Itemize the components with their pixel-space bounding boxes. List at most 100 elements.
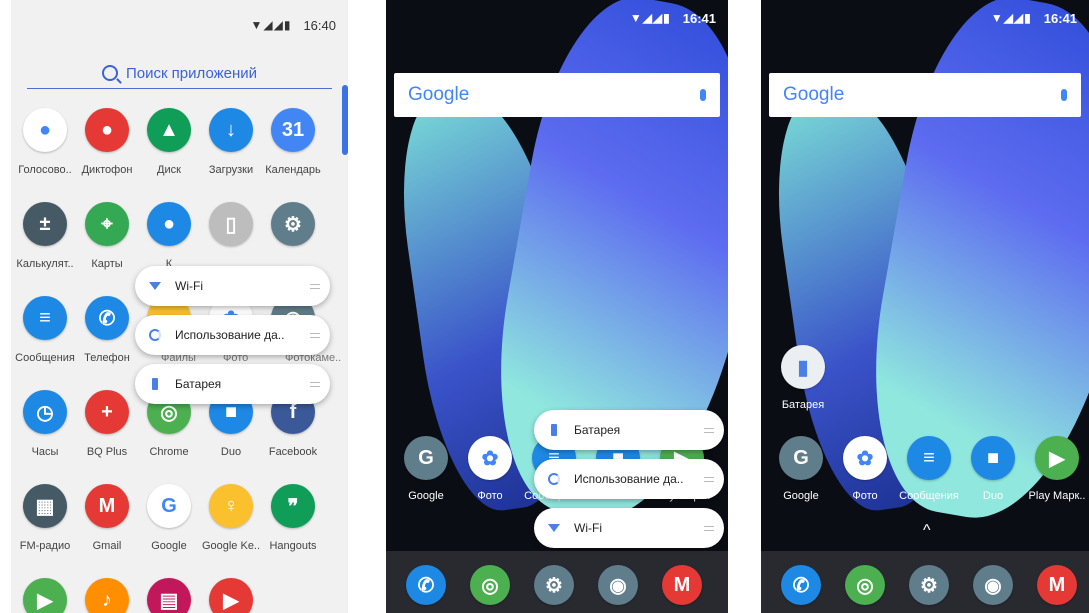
scrollbar[interactable]: [342, 85, 348, 155]
signal-icons: ▼◢◢▮: [629, 11, 671, 25]
app-photos[interactable]: ✿ Фото: [458, 436, 522, 502]
home-screen-shortcuts: ▼◢◢▮ 16:41 Google GGoogle✿Фото≡Сообщения…: [386, 0, 728, 613]
clock-text: 16:41: [1043, 10, 1077, 26]
settings-icon: ⚙: [534, 565, 574, 605]
app-phone[interactable]: ✆: [769, 565, 833, 605]
google-search-bar[interactable]: Google: [394, 73, 720, 117]
drag-handle-icon[interactable]: [694, 525, 724, 531]
app-play-store[interactable]: ▶ Play Марк..: [1025, 436, 1089, 502]
signal-icons: ▼◢◢▮: [250, 18, 292, 32]
drag-handle-icon[interactable]: [300, 283, 330, 289]
app-sim[interactable]: ▯: [199, 202, 263, 258]
radio-icon: ▦: [23, 484, 67, 528]
app-label: Часы: [31, 446, 59, 458]
drag-handle-icon[interactable]: [694, 427, 724, 433]
app-recorder[interactable]: ● Диктофон: [75, 108, 139, 176]
app-play-movies[interactable]: ▤: [137, 578, 201, 613]
wifi-icon: [548, 524, 560, 532]
status-bar: ▼◢◢▮ 16:40: [11, 0, 348, 50]
shortcut-label: Батарея: [175, 377, 222, 391]
app-phone[interactable]: ✆: [394, 565, 458, 605]
photos-icon: ✿: [468, 436, 512, 480]
app-google[interactable]: G Google: [137, 484, 201, 552]
mic-icon[interactable]: [1061, 89, 1067, 101]
drag-handle-icon[interactable]: [694, 476, 724, 482]
shortcut-item[interactable]: Батарея: [534, 410, 724, 450]
app-google-folder[interactable]: G Google: [394, 436, 458, 502]
drag-handle-icon[interactable]: [300, 381, 330, 387]
app-calendar[interactable]: 31 Календарь: [261, 108, 325, 176]
google-folder-icon: G: [404, 436, 448, 480]
phone-icon: ✆: [85, 296, 129, 340]
app-keep[interactable]: ♀ Google Ke..: [199, 484, 263, 552]
bq-plus-icon: +: [85, 390, 129, 434]
app-gmail[interactable]: M: [650, 565, 714, 605]
chrome-icon: ◎: [470, 565, 510, 605]
app-phone[interactable]: ✆ Телефон: [75, 296, 139, 364]
messages-icon: ≡: [907, 436, 951, 480]
app-settings[interactable]: ⚙: [897, 565, 961, 605]
app-label: Сообщения: [899, 490, 959, 502]
calendar-icon: 31: [271, 108, 315, 152]
drag-handle-icon[interactable]: [300, 332, 330, 338]
app-gmail[interactable]: M Gmail: [75, 484, 139, 552]
app-label: Загрузки: [208, 164, 254, 176]
app-label: Hangouts: [269, 540, 317, 552]
play-store-icon: ▶: [1035, 436, 1079, 480]
play-music-icon: ♪: [85, 578, 129, 613]
app-label: Диск: [157, 164, 181, 176]
messages-icon: ≡: [23, 296, 67, 340]
app-voice-search[interactable]: ● Голосово..: [13, 108, 77, 176]
app-messages[interactable]: ≡ Сообщения: [897, 436, 961, 502]
app-clock[interactable]: ◷ Часы: [13, 390, 77, 458]
app-youtube[interactable]: ▶: [199, 578, 263, 613]
app-google-folder[interactable]: G Google: [769, 436, 833, 502]
shortcut-label: Wi-Fi: [574, 521, 602, 535]
app-chrome[interactable]: ◎: [833, 565, 897, 605]
app-settings[interactable]: ⚙: [522, 565, 586, 605]
youtube-icon: ▶: [209, 578, 253, 613]
app-duo[interactable]: ■ Duo: [961, 436, 1025, 502]
app-messages[interactable]: ≡ Сообщения: [13, 296, 77, 364]
settings-icon: ⚙: [271, 202, 315, 246]
shortcut-item[interactable]: Wi-Fi: [135, 266, 330, 306]
dock: ✆ ◎ ⚙ ◉ M: [761, 551, 1089, 613]
shortcut-item[interactable]: Использование да..: [135, 315, 330, 355]
app-gmail[interactable]: M: [1025, 565, 1089, 605]
battery-shortcut-label: Батарея: [781, 399, 825, 411]
shortcut-item[interactable]: Батарея: [135, 364, 330, 404]
app-camera[interactable]: ◉: [961, 565, 1025, 605]
app-hangouts[interactable]: ❞ Hangouts: [261, 484, 325, 552]
app-maps[interactable]: ⌖ Карты: [75, 202, 139, 270]
battery-shortcut[interactable]: ▮ Батарея: [771, 345, 835, 411]
wifi-icon: [149, 282, 161, 290]
app-label: Play Марк..: [1028, 490, 1086, 502]
app-label: Голосово..: [18, 164, 72, 176]
gmail-icon: M: [85, 484, 129, 528]
clock-icon: ◷: [23, 390, 67, 434]
google-icon: G: [147, 484, 191, 528]
app-label: Google: [151, 540, 187, 552]
app-downloads[interactable]: ↓ Загрузки: [199, 108, 263, 176]
shortcut-item[interactable]: Использование да..: [534, 459, 724, 499]
app-search-bar[interactable]: Поиск приложений: [27, 58, 332, 89]
app-settings[interactable]: ⚙: [261, 202, 325, 258]
clock-text: 16:40: [303, 17, 336, 33]
voice-search-icon: ●: [23, 108, 67, 152]
google-logo: Google: [408, 84, 470, 105]
app-contacts[interactable]: ● К: [137, 202, 201, 270]
chevron-up-icon[interactable]: ^: [923, 522, 931, 540]
app-bq-plus[interactable]: + BQ Plus: [75, 390, 139, 458]
shortcut-item[interactable]: Wi-Fi: [534, 508, 724, 548]
app-play-store[interactable]: ▶: [13, 578, 77, 613]
app-photos[interactable]: ✿ Фото: [833, 436, 897, 502]
google-search-bar[interactable]: Google: [769, 73, 1081, 117]
app-drive[interactable]: ▲ Диск: [137, 108, 201, 176]
app-radio[interactable]: ▦ FM-радио: [13, 484, 77, 552]
app-camera[interactable]: ◉: [586, 565, 650, 605]
app-calculator[interactable]: ± Калькулят..: [13, 202, 77, 270]
app-label: Диктофон: [81, 164, 133, 176]
app-chrome[interactable]: ◎: [458, 565, 522, 605]
mic-icon[interactable]: [700, 89, 706, 101]
app-play-music[interactable]: ♪: [75, 578, 139, 613]
